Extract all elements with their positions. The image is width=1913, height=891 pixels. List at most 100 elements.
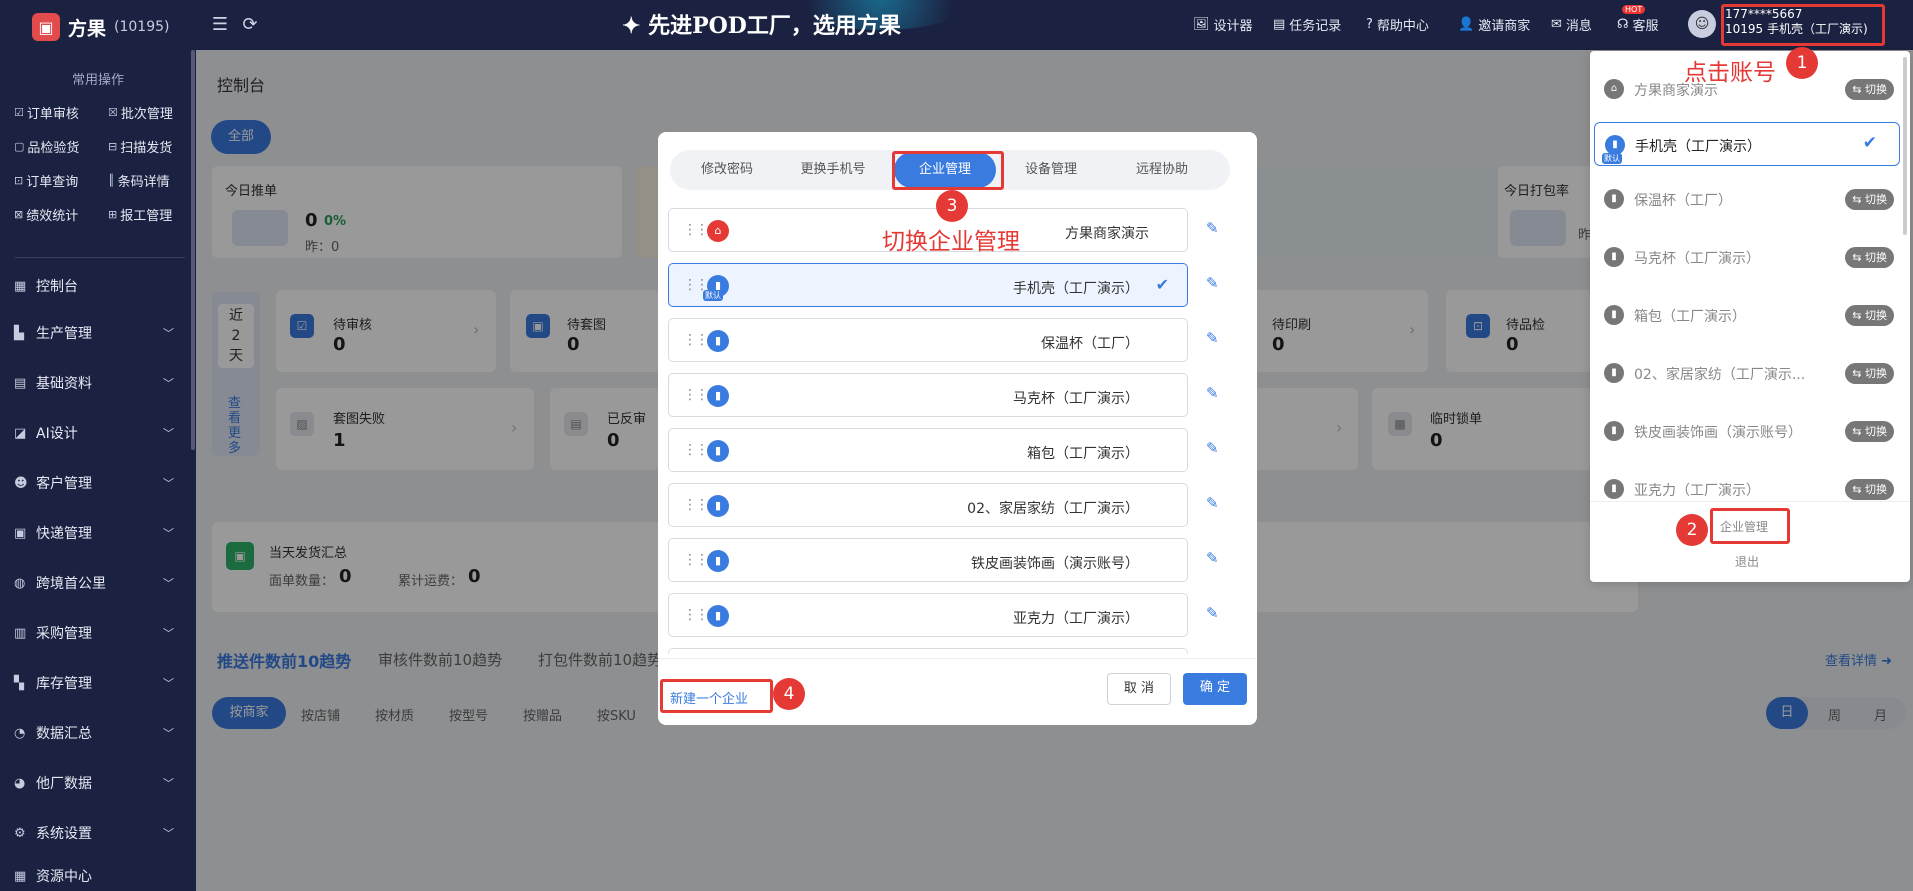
menu-production[interactable]: ▙ 生产管理 ﹀ xyxy=(14,323,174,343)
tab-remote-assist[interactable]: 远程协助 xyxy=(1110,152,1214,188)
shop-icon: ⌂ xyxy=(1604,79,1624,99)
dropdown-company-item[interactable]: ▮ 02、家居家纺（工厂演示... ⇆ 切换 xyxy=(1594,351,1900,395)
chevron-down-icon: ﹀ xyxy=(163,727,174,740)
drag-handle-icon[interactable]: ⋮⋮ xyxy=(683,442,709,458)
company-row[interactable]: ⋮⋮ ▮ 铁皮画装饰画（演示账号） xyxy=(668,538,1188,582)
top-bar: ▣ 方果 (10195) ☰ ⟳ ✦ 先进POD工厂，选用方果 🖼 设计器 ▤ 任务… xyxy=(0,0,1913,50)
dropdown-company-item[interactable]: ▮ 铁皮画装饰画（演示账号） ⇆ 切换 xyxy=(1594,409,1900,453)
switch-button[interactable]: ⇆ 切换 xyxy=(1845,421,1894,442)
quick-scan-ship[interactable]: ⊟ 扫描发货 xyxy=(108,137,172,156)
app-id: (10195) xyxy=(114,19,170,35)
users-icon: ☻ xyxy=(14,475,28,491)
sidebar-scrollbar[interactable] xyxy=(191,50,195,450)
factory-icon: ▮ xyxy=(1604,479,1624,499)
drag-handle-icon[interactable]: ⋮⋮ xyxy=(683,222,709,238)
dashboard-icon: ▦ xyxy=(14,278,27,294)
refresh-icon[interactable]: ⟳ xyxy=(239,14,261,36)
app-logo[interactable]: ▣ 方果 (10195) xyxy=(32,13,169,41)
nav-help[interactable]: ? 帮助中心 xyxy=(1366,15,1429,34)
menu-settings[interactable]: ⚙ 系统设置 ﹀ xyxy=(14,823,174,843)
nav-task-records[interactable]: ▤ 任务记录 xyxy=(1273,15,1341,34)
tab-change-phone[interactable]: 更换手机号 xyxy=(782,152,884,188)
drag-handle-icon[interactable]: ⋮⋮ xyxy=(683,497,709,513)
company-name: 箱包（工厂演示） xyxy=(1027,446,1139,462)
slogan-text: 先进POD工厂，选用方果 xyxy=(648,13,901,39)
edit-icon[interactable]: ✎ xyxy=(1206,219,1219,237)
edit-icon[interactable]: ✎ xyxy=(1206,384,1219,402)
quick-order-review[interactable]: ☑ 订单审核 xyxy=(14,103,79,122)
user-avatar[interactable]: ☺ xyxy=(1688,10,1716,38)
menu-other-factory[interactable]: ◕ 他厂数据 ﹀ xyxy=(14,773,174,793)
menu-inventory[interactable]: ▚ 库存管理 ﹀ xyxy=(14,673,174,693)
database-icon: ▤ xyxy=(14,375,27,391)
cancel-button[interactable]: 取 消 xyxy=(1107,673,1171,705)
company-row[interactable]: ⋮⋮ ▮ 箱包（工厂演示） xyxy=(668,428,1188,472)
cart-icon: ▥ xyxy=(14,625,27,641)
menu-data-summary[interactable]: ◔ 数据汇总 ﹀ xyxy=(14,723,174,743)
nav-service[interactable]: ☊ 客服 xyxy=(1617,15,1659,34)
drag-handle-icon[interactable]: ⋮⋮ xyxy=(683,387,709,403)
search-doc-icon: ⊡ xyxy=(14,174,24,187)
nav-invite[interactable]: 👤 邀请商家 xyxy=(1458,15,1530,34)
menu-dashboard[interactable]: ▦ 控制台 xyxy=(14,276,174,296)
menu-resources[interactable]: ▦ 资源中心 xyxy=(14,866,174,886)
nav-designer[interactable]: 🖼 设计器 xyxy=(1193,15,1253,34)
tab-change-password[interactable]: 修改密码 xyxy=(680,152,774,188)
report-icon: ⊞ xyxy=(108,208,118,221)
confirm-button[interactable]: 确 定 xyxy=(1183,673,1247,705)
company-row-selected[interactable]: ⋮⋮ ▮ 默认 手机壳（工厂演示） ✔ xyxy=(668,263,1188,307)
quick-label: 绩效统计 xyxy=(26,209,79,224)
switch-button[interactable]: ⇆ 切换 xyxy=(1845,79,1894,100)
dropdown-company-item-selected[interactable]: ▮ 默认 手机壳（工厂演示） ✔ xyxy=(1594,122,1900,166)
company-name: 铁皮画装饰画（演示账号） xyxy=(971,556,1139,572)
menu-crossborder[interactable]: ◍ 跨境首公里 ﹀ xyxy=(14,573,174,593)
dropdown-scrollbar[interactable] xyxy=(1903,57,1907,235)
switch-button[interactable]: ⇆ 切换 xyxy=(1845,363,1894,384)
help-icon: ? xyxy=(1366,17,1373,32)
quick-batch-manage[interactable]: ☒ 批次管理 xyxy=(108,103,173,122)
switch-button[interactable]: ⇆ 切换 xyxy=(1845,479,1894,500)
menu-purchase[interactable]: ▥ 采购管理 ﹀ xyxy=(14,623,174,643)
edit-icon[interactable]: ✎ xyxy=(1206,604,1219,622)
menu-ai-design[interactable]: ◪ AI设计 ﹀ xyxy=(14,423,174,443)
switch-button[interactable]: ⇆ 切换 xyxy=(1845,189,1894,210)
company-row[interactable]: ⋮⋮ ▮ 02、家居家纺（工厂演示） xyxy=(668,483,1188,527)
menu-customers[interactable]: ☻ 客户管理 ﹀ xyxy=(14,473,174,493)
quick-order-query[interactable]: ⊡ 订单查询 xyxy=(14,171,78,190)
drag-handle-icon[interactable]: ⋮⋮ xyxy=(683,552,709,568)
tab-device-manage[interactable]: 设备管理 xyxy=(1004,152,1098,188)
edit-icon[interactable]: ✎ xyxy=(1206,549,1219,567)
quick-work-report[interactable]: ⊞ 报工管理 xyxy=(108,205,172,224)
quick-performance[interactable]: ⊠ 绩效统计 xyxy=(14,205,78,224)
drag-handle-icon[interactable]: ⋮⋮ xyxy=(683,332,709,348)
company-row[interactable]: ⋮⋮ ▮ 保温杯（工厂） xyxy=(668,318,1188,362)
company-row[interactable]: ⋮⋮ ▮ 马克杯（工厂演示） xyxy=(668,373,1188,417)
dropdown-company-name: 保温杯（工厂） xyxy=(1634,193,1732,209)
factory-icon: ▮ xyxy=(707,550,729,572)
headset-icon: ☊ xyxy=(1617,17,1629,32)
switch-button[interactable]: ⇆ 切换 xyxy=(1845,247,1894,268)
dropdown-company-item[interactable]: ▮ 保温杯（工厂） ⇆ 切换 xyxy=(1594,177,1900,221)
edit-icon[interactable]: ✎ xyxy=(1206,494,1219,512)
quick-quality-check[interactable]: ▢ 品检验货 xyxy=(14,137,79,156)
quick-label: 品检验货 xyxy=(27,141,80,156)
menu-toggle-icon[interactable]: ☰ xyxy=(209,14,231,36)
edit-icon[interactable]: ✎ xyxy=(1206,439,1219,457)
dropdown-company-item[interactable]: ▮ 马克杯（工厂演示） ⇆ 切换 xyxy=(1594,235,1900,279)
batch-icon: ☒ xyxy=(108,106,118,119)
menu-basic-data[interactable]: ▤ 基础资料 ﹀ xyxy=(14,373,174,393)
dropdown-company-item[interactable]: ▮ 箱包（工厂演示） ⇆ 切换 xyxy=(1594,293,1900,337)
edit-icon[interactable]: ✎ xyxy=(1206,274,1219,292)
nav-messages[interactable]: ✉ 消息 xyxy=(1551,15,1592,34)
switch-button[interactable]: ⇆ 切换 xyxy=(1845,305,1894,326)
menu-express[interactable]: ▣ 快递管理 ﹀ xyxy=(14,523,174,543)
company-name: 手机壳（工厂演示） xyxy=(1013,281,1139,297)
company-row[interactable]: ⋮⋮ ▮ 亚克力（工厂演示） xyxy=(668,593,1188,637)
edit-icon[interactable]: ✎ xyxy=(1206,329,1219,347)
menu-label: 客户管理 xyxy=(36,476,92,492)
drag-handle-icon[interactable]: ⋮⋮ xyxy=(683,607,709,623)
stats-icon: ⊠ xyxy=(14,208,24,221)
logout-link[interactable]: 退出 xyxy=(1735,553,1759,570)
dropdown-company-item[interactable]: ▮ 亚克力（工厂演示） ⇆ 切换 xyxy=(1594,467,1900,501)
quick-barcode-detail[interactable]: ║ 条码详情 xyxy=(108,171,170,190)
